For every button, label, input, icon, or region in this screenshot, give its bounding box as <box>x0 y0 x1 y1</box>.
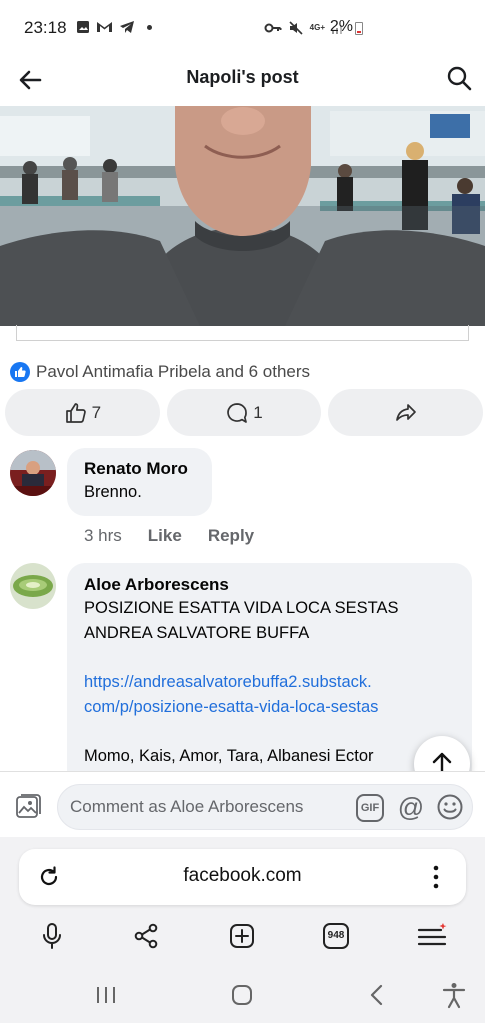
comment-time: 3 hrs <box>84 526 122 545</box>
comment-link[interactable]: https://andreasalvatorebuffa2.substack. <box>84 670 455 695</box>
like-button[interactable]: 7 <box>5 389 160 436</box>
comment-bubble-icon <box>227 402 248 423</box>
comment-bubble[interactable]: Aloe Arborescens POSIZIONE ESATTA VIDA L… <box>67 563 472 793</box>
comment-text-line: Momo, Kais, Amor, Tara, Albanesi Ector <box>84 747 374 765</box>
comment-count: 1 <box>253 402 263 422</box>
address-bar[interactable]: facebook.com <box>19 849 466 905</box>
image-icon <box>77 21 89 33</box>
new-tab-button[interactable] <box>226 920 258 952</box>
accessibility-icon[interactable] <box>440 981 468 1009</box>
tabs-button[interactable]: 948 <box>320 920 352 952</box>
recent-apps-icon[interactable] <box>92 981 120 1009</box>
like-count: 7 <box>91 402 102 422</box>
battery-percent: 2% <box>329 18 353 35</box>
mute-icon <box>289 21 303 35</box>
more-vertical-icon[interactable] <box>424 863 448 891</box>
post-actions: 7 1 <box>5 389 484 436</box>
status-bar: 23:18 4G+ 2% <box>0 0 485 58</box>
notification-icons <box>76 20 152 34</box>
like-reaction-icon <box>10 362 30 382</box>
add-square-icon <box>230 924 254 948</box>
status-time: 23:18 <box>24 18 67 37</box>
system-navigation-bar <box>0 957 485 1023</box>
comment-text: Brenno. <box>84 483 142 501</box>
comment-text-line: ANDREA SALVATORE BUFFA <box>84 624 310 642</box>
page-title: Napoli's post <box>186 67 299 87</box>
key-icon <box>264 23 282 33</box>
emoji-icon[interactable] <box>436 793 464 821</box>
browser-menu-button[interactable] <box>416 920 448 952</box>
share-page-button[interactable] <box>130 920 162 952</box>
comment-link[interactable]: com/p/posizione-esatta-vida-loca-sestas <box>84 695 455 720</box>
photo-frame <box>16 325 469 341</box>
microphone-button[interactable] <box>36 920 68 952</box>
gmail-icon <box>97 22 112 32</box>
battery-icon <box>355 22 363 35</box>
reactions-summary[interactable]: Pavol Antimafia Pribela and 6 others <box>10 362 310 382</box>
mention-icon[interactable]: @ <box>396 792 426 822</box>
comment-bubble[interactable]: Renato Moro Brenno. <box>67 448 212 516</box>
comment-text-line: POSIZIONE ESATTA VIDA LOCA SESTAS <box>84 599 399 617</box>
comment-composer: Comment as Aloe Arborescens GIF @ <box>0 771 485 837</box>
search-icon[interactable] <box>445 64 473 92</box>
comment-like-button[interactable]: Like <box>148 526 182 546</box>
menu-icon <box>417 923 447 946</box>
share-button[interactable] <box>328 389 484 436</box>
comment-input[interactable]: Comment as Aloe Arborescens GIF @ <box>57 784 473 830</box>
reactions-text: Pavol Antimafia Pribela and 6 others <box>36 362 311 381</box>
comment-author[interactable]: Aloe Arborescens <box>84 574 455 596</box>
comment-author[interactable]: Renato Moro <box>84 458 195 480</box>
post-photo[interactable] <box>0 106 485 326</box>
gallery-icon[interactable] <box>14 792 42 820</box>
share-nodes-icon <box>134 923 158 949</box>
avatar[interactable] <box>10 450 56 496</box>
browser-toolbar: facebook.com 948 <box>0 837 485 957</box>
network-type: 4G+ <box>309 23 325 32</box>
share-arrow-icon <box>395 403 416 421</box>
comment-reply-button[interactable]: Reply <box>208 526 254 546</box>
thumbs-up-icon <box>65 402 86 423</box>
more-notifications-dot <box>147 24 152 30</box>
microphone-icon <box>43 923 61 949</box>
comment-placeholder: Comment as Aloe Arborescens <box>70 797 304 816</box>
photo-image <box>0 106 485 326</box>
gif-icon[interactable]: GIF <box>356 794 384 822</box>
home-icon[interactable] <box>228 981 256 1009</box>
telegram-icon <box>120 21 134 33</box>
comment-meta: 3 hrs Like Reply <box>84 526 254 546</box>
post-header: Napoli's post <box>0 58 485 106</box>
avatar[interactable] <box>10 563 56 609</box>
url-text[interactable]: facebook.com <box>19 865 466 887</box>
tabs-count: 948 <box>323 923 349 949</box>
comment-button[interactable]: 1 <box>166 389 322 436</box>
browser-tools: 948 <box>0 920 485 956</box>
back-icon[interactable] <box>364 981 392 1009</box>
